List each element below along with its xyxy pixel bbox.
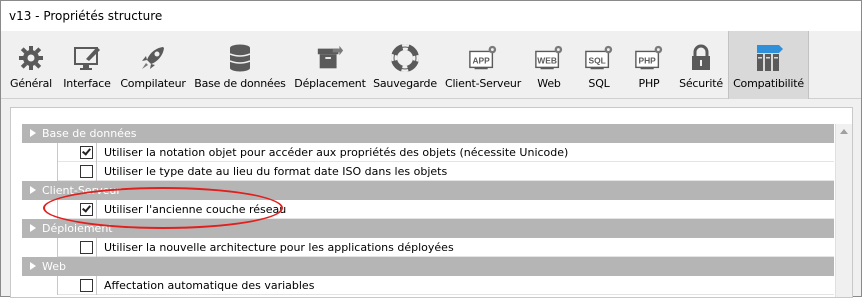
svg-text:PHP: PHP (638, 56, 656, 66)
option-row: Utiliser l'ancienne couche réseau (22, 200, 834, 219)
tab-deplacement[interactable]: Déplacement (291, 31, 369, 99)
php-gear-icon: PHP (634, 43, 664, 73)
group-title: Client-Serveur (42, 184, 121, 197)
svg-text:WEB: WEB (537, 56, 557, 66)
option-label: Utiliser la notation objet pour accéder … (104, 146, 569, 159)
properties-window: v13 - Propriétés structure Général Inter… (0, 0, 862, 298)
group-header-web[interactable]: Web (22, 257, 834, 276)
lock-icon (686, 43, 716, 73)
collapse-triangle-icon (30, 186, 36, 194)
checkbox-affectation-automatique[interactable] (80, 279, 93, 292)
checkbox-ancienne-couche-reseau[interactable] (80, 203, 93, 216)
monitor-pen-icon (72, 43, 102, 73)
box-arrow-icon (315, 43, 345, 73)
tab-label: Base de données (194, 77, 286, 90)
tab-label: PHP (638, 77, 660, 90)
option-row: Utiliser le type date au lieu du format … (22, 162, 834, 181)
collapse-triangle-icon (30, 129, 36, 137)
group-header-client-serveur[interactable]: Client-Serveur (22, 181, 834, 200)
option-label: Affectation automatique des variables (104, 279, 315, 292)
collapse-triangle-icon (30, 262, 36, 270)
checkmark-icon (82, 203, 91, 213)
options-panel: Base de données Utiliser la notation obj… (10, 107, 853, 298)
tab-label: Interface (63, 77, 111, 90)
checkbox-type-date[interactable] (80, 165, 93, 178)
tab-label: Déplacement (294, 77, 366, 90)
compatibility-icon (754, 43, 784, 73)
web-gear-icon: WEB (534, 43, 564, 73)
group-title: Déploiement (42, 222, 113, 235)
option-row: Utiliser la notation objet pour accéder … (22, 143, 834, 162)
window-title: v13 - Propriétés structure (1, 1, 861, 31)
tab-interface[interactable]: Interface (59, 31, 115, 99)
tab-sauvegarde[interactable]: Sauvegarde (370, 31, 440, 99)
toolbar: Général Interface Compilateur Base de do… (1, 31, 861, 99)
tab-label: Général (10, 77, 52, 90)
tab-label: Web (537, 77, 561, 90)
checkbox-nouvelle-architecture[interactable] (80, 241, 93, 254)
group-header-deploiement[interactable]: Déploiement (22, 219, 834, 238)
checkmark-icon (82, 146, 91, 156)
tab-label: Compilateur (120, 77, 186, 90)
scroll-up-arrow-icon[interactable] (840, 129, 848, 134)
group-header-base-de-donnees[interactable]: Base de données (22, 124, 834, 143)
sql-gear-icon: SQL (584, 43, 614, 73)
svg-text:APP: APP (472, 56, 490, 66)
group-title: Base de données (42, 127, 137, 140)
tab-base-de-donnees[interactable]: Base de données (191, 31, 289, 99)
option-label: Utiliser l'ancienne couche réseau (104, 203, 287, 216)
tab-label: SQL (588, 77, 610, 90)
tab-compatibilite[interactable]: Compatibilité (728, 31, 809, 99)
group-title: Web (42, 260, 66, 273)
tab-php[interactable]: PHP PHP (625, 31, 673, 99)
tab-web[interactable]: WEB Web (525, 31, 573, 99)
tab-label: Client-Serveur (444, 77, 522, 90)
database-icon (225, 43, 255, 73)
options-tree: Base de données Utiliser la notation obj… (22, 124, 834, 295)
tab-label: Sauvegarde (373, 77, 437, 90)
option-row: Affectation automatique des variables (22, 276, 834, 295)
checkbox-notation-objet[interactable] (80, 146, 93, 159)
option-label: Utiliser le type date au lieu du format … (104, 165, 448, 178)
tab-securite[interactable]: Sécurité (675, 31, 727, 99)
tab-general[interactable]: Général (3, 31, 59, 99)
svg-text:SQL: SQL (588, 56, 605, 66)
gear-icon (16, 43, 46, 73)
tab-compilateur[interactable]: Compilateur (116, 31, 190, 99)
option-label: Utiliser la nouvelle architecture pour l… (104, 241, 454, 254)
option-row: Utiliser la nouvelle architecture pour l… (22, 238, 834, 257)
lifebuoy-icon (390, 43, 420, 73)
vertical-scrollbar[interactable] (835, 124, 852, 297)
tab-sql[interactable]: SQL SQL (575, 31, 623, 99)
rocket-icon (138, 43, 168, 73)
collapse-triangle-icon (30, 224, 36, 232)
tab-client-serveur[interactable]: APP Client-Serveur (442, 31, 524, 99)
tab-label: Sécurité (679, 77, 723, 90)
tab-label: Compatibilité (733, 77, 804, 90)
app-gear-icon: APP (468, 43, 498, 73)
